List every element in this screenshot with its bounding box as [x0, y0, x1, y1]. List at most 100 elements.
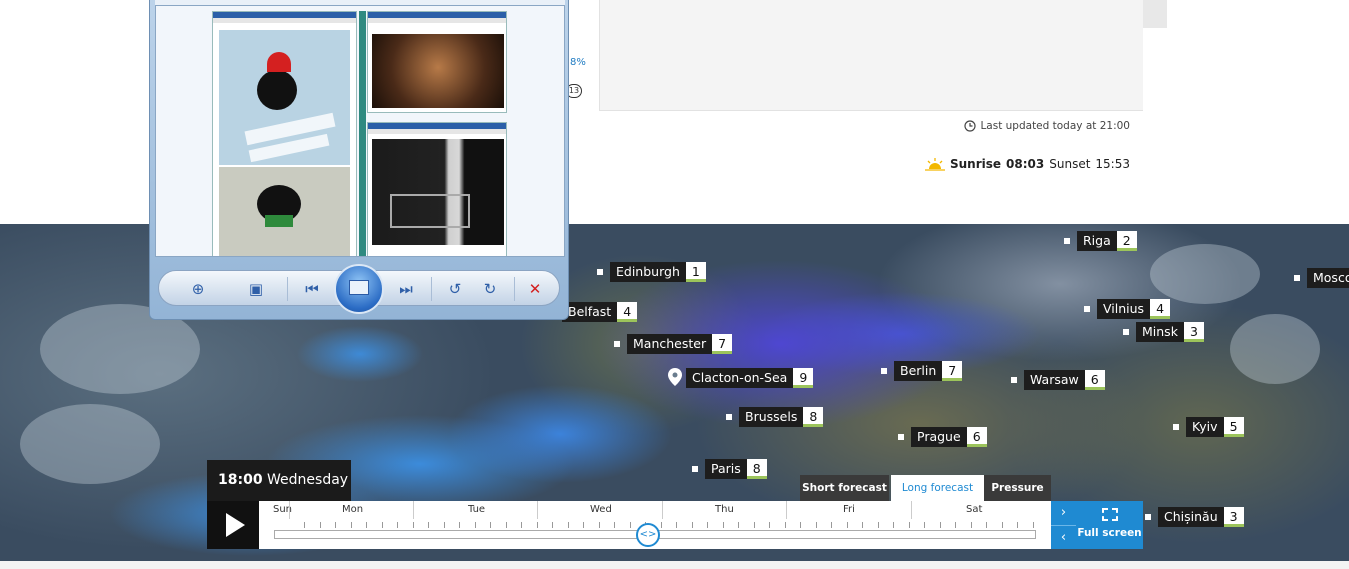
- previous-icon[interactable]: ⏮: [301, 279, 323, 299]
- timeline-tick: [335, 522, 336, 528]
- city-kyiv[interactable]: Kyiv 5: [1173, 417, 1244, 437]
- timeline-tick: [924, 522, 925, 528]
- rotate-left-icon[interactable]: ↺: [444, 279, 466, 299]
- city-manchester[interactable]: Manchester 7: [614, 334, 733, 354]
- city-brussels[interactable]: Brussels 8: [726, 407, 824, 427]
- timeline-prev-button[interactable]: ‹: [1051, 525, 1076, 549]
- city-chisinau[interactable]: Chișinău 3: [1145, 507, 1244, 527]
- slideshow-button[interactable]: [334, 264, 384, 314]
- sunrise-label: Sunrise: [949, 157, 1002, 171]
- rotate-right-icon[interactable]: ↻: [479, 279, 501, 299]
- city-edinburgh[interactable]: Edinburgh 1: [597, 262, 706, 282]
- timeline-tick: [940, 522, 941, 528]
- play-icon: [226, 513, 245, 537]
- city-vilnius[interactable]: Vilnius 4: [1084, 299, 1171, 319]
- zoom-icon[interactable]: ⊕: [187, 279, 209, 299]
- timeline-tick: [955, 522, 956, 528]
- tab-pressure[interactable]: Pressure: [984, 475, 1051, 501]
- timeline-tick: [1033, 522, 1034, 528]
- delete-icon[interactable]: ✕: [524, 279, 546, 299]
- timeline-tick: [692, 522, 693, 528]
- city-minsk[interactable]: Minsk 3: [1123, 322, 1204, 342]
- last-updated: Last updated today at 21:00: [964, 120, 1130, 132]
- timeline-tick: [909, 522, 910, 528]
- city-riga[interactable]: Riga 2: [1064, 231, 1137, 251]
- timeline-tick: [475, 522, 476, 528]
- forecast-card: [599, 0, 1143, 111]
- timeline-tick: [986, 522, 987, 528]
- cart-image: [372, 139, 504, 245]
- day-value: Wednesday: [267, 472, 349, 488]
- timeline-tick: [304, 522, 305, 528]
- slideshow-icon: [349, 280, 369, 295]
- day-label: Sat: [966, 504, 983, 515]
- photo-viewer-window[interactable]: ⊕ ▣ ⏮ ⏭ ↺ ↻ ✕: [149, 0, 569, 320]
- day-label: Wed: [590, 504, 612, 515]
- timeline-tick: [614, 522, 615, 528]
- timeline-knob[interactable]: <>: [636, 523, 660, 547]
- timeline-tick: [738, 522, 739, 528]
- gremlin-image: [372, 34, 504, 108]
- christmas-image: [219, 30, 350, 165]
- document-page: [367, 122, 507, 256]
- tab-long-forecast[interactable]: Long forecast: [891, 475, 984, 501]
- timeline-next-button[interactable]: ›: [1051, 501, 1076, 525]
- timeline-tick: [707, 522, 708, 528]
- document-page: [367, 11, 507, 113]
- city-paris[interactable]: Paris 8: [692, 459, 767, 479]
- timeline-tick: [893, 522, 894, 528]
- timeline-tick: [506, 522, 507, 528]
- city-moscow[interactable]: Moscow: [1294, 268, 1349, 288]
- full-screen-label: Full screen: [1077, 527, 1142, 539]
- clock-icon: [964, 120, 977, 132]
- time-value: 18:00: [218, 472, 263, 488]
- last-updated-text: Last updated today at 21:00: [980, 120, 1130, 132]
- merry-image: [219, 167, 350, 256]
- day-label: Mon: [342, 504, 364, 515]
- play-button[interactable]: [207, 501, 259, 549]
- peek-percent: 8%: [570, 57, 586, 68]
- timeline-tick: [831, 522, 832, 528]
- city-berlin[interactable]: Berlin 7: [881, 361, 963, 381]
- timeline-tick: [862, 522, 863, 528]
- timeline-tick: [366, 522, 367, 528]
- timeline-tick: [816, 522, 817, 528]
- timeline-tick: [568, 522, 569, 528]
- page-bottom: [0, 561, 1349, 569]
- document-page: [212, 11, 357, 256]
- day-label: Tue: [468, 504, 486, 515]
- timeline-tick: [769, 522, 770, 528]
- card-scroll-tab[interactable]: [1143, 0, 1167, 28]
- location-pin-icon: [668, 368, 682, 386]
- map-cloud: [1150, 244, 1260, 304]
- timeline-tick: [444, 522, 445, 528]
- city-warsaw[interactable]: Warsaw 6: [1011, 370, 1105, 390]
- map-cloud: [20, 404, 160, 484]
- sunrise-sunset: Sunrise 08:03 Sunset 15:53: [924, 157, 1130, 171]
- timeline-tick: [847, 522, 848, 528]
- city-belfast[interactable]: Belfast 4: [562, 302, 638, 322]
- sunrise-icon: [924, 158, 945, 171]
- timeline-tick: [351, 522, 352, 528]
- timeline-tick: [521, 522, 522, 528]
- timeline-tick: [630, 522, 631, 528]
- viewer-image-area[interactable]: [155, 5, 565, 257]
- timeline-tick: [583, 522, 584, 528]
- timeline-tick: [971, 522, 972, 528]
- timeline-tick: [459, 522, 460, 528]
- timeline-tick: [676, 522, 677, 528]
- full-screen-button[interactable]: Full screen: [1076, 501, 1143, 549]
- city-clacton-on-sea[interactable]: Clacton-on-Sea 9: [686, 368, 814, 388]
- day-label: Fri: [843, 504, 855, 515]
- actual-size-icon[interactable]: ▣: [245, 279, 267, 299]
- tab-short-forecast[interactable]: Short forecast: [800, 475, 889, 501]
- sunrise-time: 08:03: [1006, 157, 1045, 171]
- timeline-slider[interactable]: Sun Mon Tue Wed Thu Fri Sat <>: [259, 501, 1051, 549]
- city-prague[interactable]: Prague 6: [898, 427, 987, 447]
- next-icon[interactable]: ⏭: [395, 279, 417, 299]
- viewer-toolbar: ⊕ ▣ ⏮ ⏭ ↺ ↻ ✕: [158, 264, 560, 314]
- timeline-tick: [1017, 522, 1018, 528]
- timeline-tick: [754, 522, 755, 528]
- timeline-tick: [878, 522, 879, 528]
- current-time-label: 18:00 Wednesday: [207, 460, 351, 501]
